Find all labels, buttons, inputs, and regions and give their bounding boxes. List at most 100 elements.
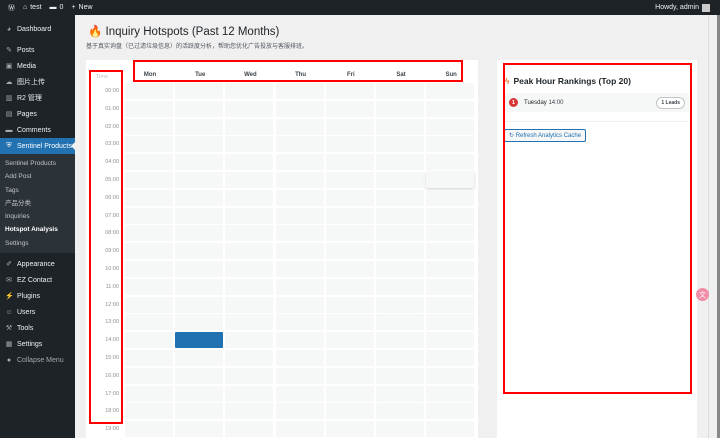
heatmap-cell[interactable]: [325, 421, 374, 438]
heatmap-cell[interactable]: [426, 403, 475, 420]
heatmap-cell[interactable]: [225, 243, 274, 260]
heatmap-cell[interactable]: [225, 332, 274, 349]
heatmap-cell[interactable]: [426, 314, 475, 331]
sidebar-item-appearance[interactable]: ✐ Appearance: [0, 256, 75, 272]
heatmap-cell[interactable]: [426, 154, 475, 171]
sidebar-item-settings[interactable]: ▦ Settings: [0, 336, 75, 352]
heatmap-cell[interactable]: [175, 421, 224, 438]
heatmap-cell[interactable]: [376, 189, 424, 206]
heatmap-cell[interactable]: [275, 100, 324, 117]
heatmap-cell[interactable]: [426, 100, 475, 117]
comments-link[interactable]: ▬ 0: [50, 4, 64, 11]
heatmap-cell[interactable]: [376, 172, 424, 188]
heatmap-cell[interactable]: [275, 243, 324, 260]
heatmap-cell[interactable]: [275, 421, 324, 438]
heatmap-cell[interactable]: [376, 154, 424, 171]
heatmap-cell[interactable]: [225, 350, 274, 366]
heatmap-cell[interactable]: [125, 350, 173, 366]
heatmap-cell[interactable]: [376, 296, 424, 313]
heatmap-cell[interactable]: [225, 296, 274, 313]
heatmap-cell[interactable]: [325, 314, 374, 331]
heatmap-cell[interactable]: [225, 189, 274, 206]
heatmap-cell[interactable]: [125, 332, 173, 349]
heatmap-cell[interactable]: [376, 225, 424, 242]
heatmap-cell[interactable]: [376, 314, 424, 331]
heatmap-cell[interactable]: [125, 314, 173, 331]
heatmap-cell[interactable]: [175, 136, 224, 153]
heatmap-cell[interactable]: [275, 261, 324, 277]
heatmap-cell[interactable]: [325, 189, 374, 206]
heatmap-cell[interactable]: [376, 421, 424, 438]
sidebar-item-plugins[interactable]: ⚡ Plugins: [0, 288, 75, 304]
heatmap-cell[interactable]: [125, 118, 173, 135]
heatmap-cell[interactable]: [175, 225, 224, 242]
sidebar-item-comments[interactable]: ▬ Comments: [0, 122, 75, 138]
heatmap-cell[interactable]: [175, 83, 224, 99]
heatmap-cell[interactable]: [325, 118, 374, 135]
heatmap-cell[interactable]: [225, 261, 274, 277]
heatmap-cell[interactable]: [125, 261, 173, 277]
sidebar-item-sentinel-products[interactable]: ⛨ Sentinel Products: [0, 138, 75, 154]
heatmap-cell[interactable]: [275, 118, 324, 135]
heatmap-cell[interactable]: [225, 154, 274, 171]
heatmap-cell[interactable]: [225, 421, 274, 438]
heatmap-cell[interactable]: [225, 136, 274, 153]
heatmap-cell[interactable]: [426, 332, 475, 349]
heatmap-cell[interactable]: [325, 350, 374, 366]
heatmap-cell[interactable]: [325, 243, 374, 260]
heatmap-cell[interactable]: [175, 314, 224, 331]
heatmap-cell[interactable]: [426, 189, 475, 206]
wordpress-logo-icon[interactable]: Ⓦ: [8, 3, 15, 13]
heatmap-cell[interactable]: [125, 207, 173, 224]
submenu-item[interactable]: Add Post: [0, 170, 75, 183]
heatmap-cell[interactable]: [376, 350, 424, 366]
heatmap-cell[interactable]: [175, 207, 224, 224]
heatmap-cell[interactable]: [225, 367, 274, 384]
heatmap-cell[interactable]: [426, 118, 475, 135]
translate-icon[interactable]: 文: [696, 288, 709, 301]
heatmap-cell[interactable]: [325, 136, 374, 153]
heatmap-cell[interactable]: [175, 100, 224, 117]
sidebar-item-图片上传[interactable]: ☁ 图片上传: [0, 74, 75, 90]
heatmap-cell[interactable]: [325, 367, 374, 384]
sidebar-item-users[interactable]: ☺ Users: [0, 304, 75, 320]
heatmap-cell[interactable]: [125, 189, 173, 206]
heatmap-cell[interactable]: [275, 172, 324, 188]
heatmap-cell[interactable]: [275, 225, 324, 242]
sidebar-item-ez-contact[interactable]: ✉ EZ Contact: [0, 272, 75, 288]
heatmap-cell[interactable]: [426, 350, 475, 366]
sidebar-item-collapse-menu[interactable]: ● Collapse Menu: [0, 352, 75, 368]
heatmap-cell[interactable]: [175, 278, 224, 295]
heatmap-cell[interactable]: [175, 189, 224, 206]
heatmap-cell[interactable]: [125, 278, 173, 295]
heatmap-cell[interactable]: [125, 421, 173, 438]
heatmap-cell[interactable]: [225, 278, 274, 295]
heatmap-cell[interactable]: [125, 83, 173, 99]
heatmap-cell[interactable]: [325, 403, 374, 420]
heatmap-cell[interactable]: [325, 100, 374, 117]
heatmap-cell[interactable]: [125, 100, 173, 117]
scrollbar[interactable]: [708, 15, 720, 438]
heatmap-cell[interactable]: [175, 118, 224, 135]
heatmap-cell[interactable]: [275, 296, 324, 313]
heatmap-cell[interactable]: [376, 278, 424, 295]
heatmap-cell[interactable]: [275, 136, 324, 153]
heatmap-cell[interactable]: [325, 207, 374, 224]
heatmap-cell[interactable]: [426, 207, 475, 224]
heatmap-cell[interactable]: [426, 83, 475, 99]
heatmap-cell[interactable]: [376, 403, 424, 420]
heatmap-cell[interactable]: [376, 118, 424, 135]
heatmap-cell[interactable]: [125, 136, 173, 153]
heatmap-cell[interactable]: [175, 403, 224, 420]
sidebar-item-tools[interactable]: ⚒ Tools: [0, 320, 75, 336]
heatmap-cell[interactable]: [225, 83, 274, 99]
heatmap-cell[interactable]: [125, 225, 173, 242]
heatmap-cell[interactable]: [376, 261, 424, 277]
submenu-item[interactable]: Settings: [0, 237, 75, 250]
heatmap-cell[interactable]: [426, 172, 475, 188]
heatmap-cell[interactable]: [426, 261, 475, 277]
heatmap-cell[interactable]: [325, 154, 374, 171]
heatmap-cell[interactable]: [175, 243, 224, 260]
heatmap-cell[interactable]: [325, 332, 374, 349]
heatmap-cell[interactable]: [426, 243, 475, 260]
